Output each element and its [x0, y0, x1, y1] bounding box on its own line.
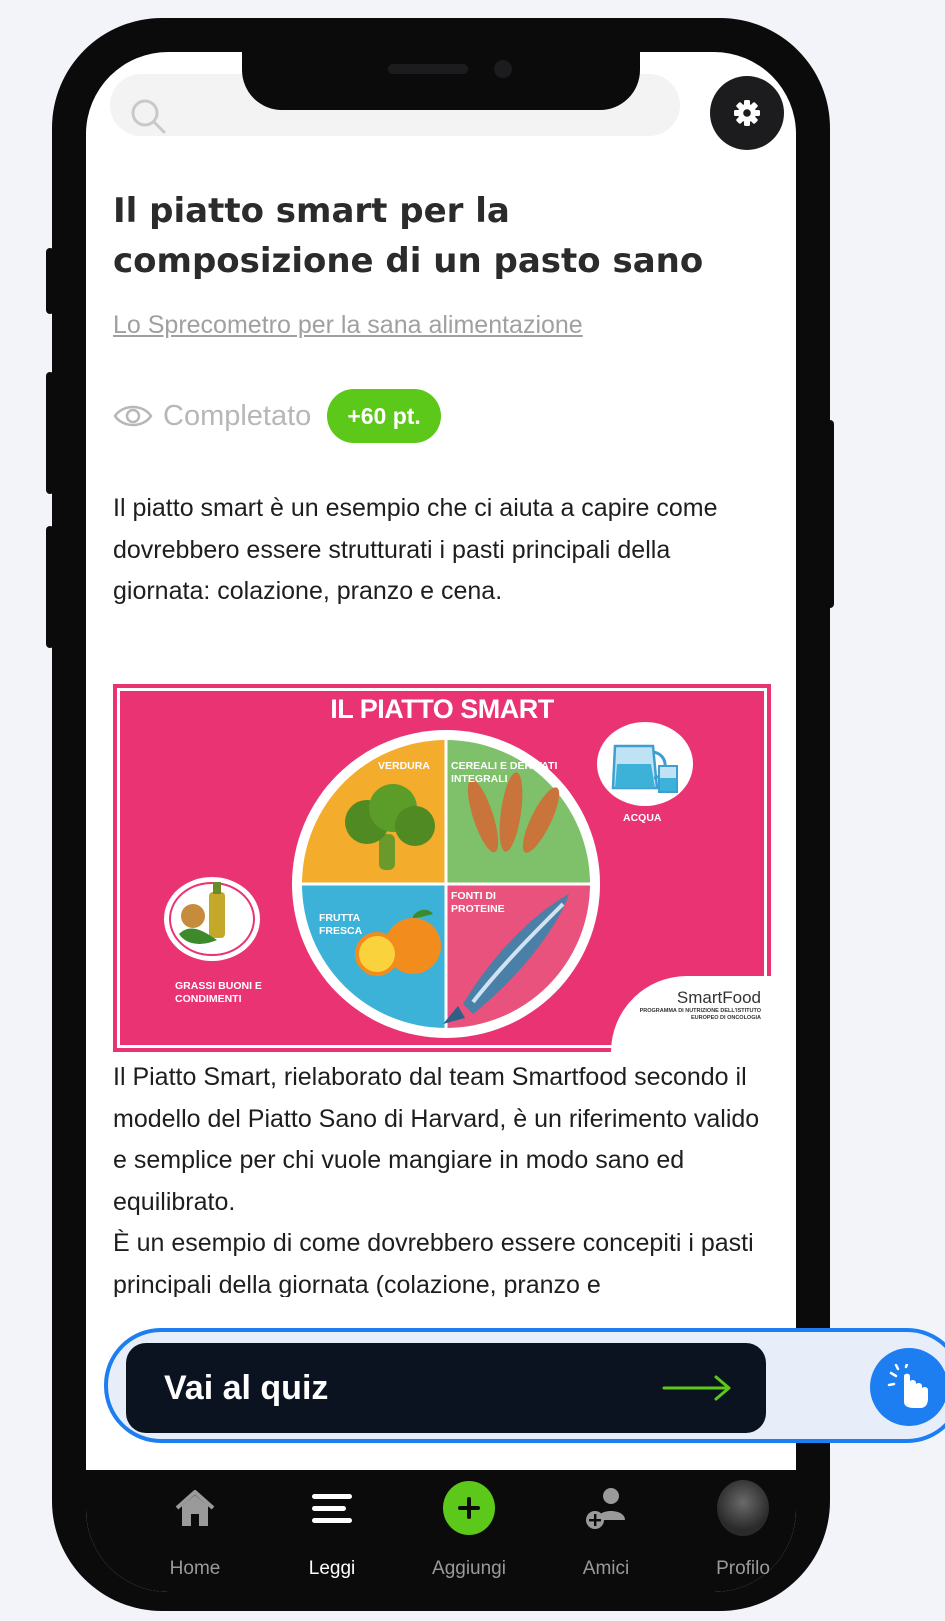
article-body: Il Piatto Smart, rielaborato dal team Sm…: [113, 1063, 760, 1297]
home-icon: [169, 1482, 221, 1534]
status-row: Completato +60 pt.: [113, 388, 441, 444]
smart-plate-infographic: IL PIATTO SMART VERDURA CEREALI E DERIVA…: [113, 684, 771, 1052]
infographic-title: IL PIATTO SMART: [330, 694, 554, 724]
settings-button[interactable]: [710, 76, 784, 150]
article-intro: Il piatto smart è un esempio che ci aiut…: [113, 494, 718, 605]
search-icon[interactable]: [126, 94, 172, 140]
label-acqua: ACQUA: [623, 812, 662, 824]
arrow-right-icon: [662, 1375, 731, 1401]
smartfood-logo: SmartFood PROGRAMMA DI NUTRIZIONE DELL'I…: [611, 976, 771, 1052]
add-friend-icon: [580, 1482, 632, 1534]
power-button: [826, 420, 834, 608]
article-source-link[interactable]: Lo Sprecometro per la sana alimentazione: [113, 311, 583, 340]
label-cereali: CEREALI E DERIVATI INTEGRALI: [451, 760, 558, 785]
brand-name: SmartFood: [676, 988, 761, 1007]
quiz-button[interactable]: Vai al quiz: [126, 1343, 766, 1433]
status-label: Completato: [163, 399, 312, 432]
plus-icon: [443, 1481, 495, 1535]
volume-up-button: [46, 372, 54, 494]
speaker: [388, 64, 468, 74]
label-verdura: VERDURA: [378, 760, 430, 772]
notch: [242, 52, 640, 110]
nav-home-label: Home: [169, 1558, 221, 1579]
article-title: Il piatto smart per la composizione di u…: [113, 191, 704, 281]
avatar: [717, 1480, 769, 1536]
label-frutta: FRUTTA FRESCA: [319, 912, 363, 937]
nav-profilo-label: Profilo: [716, 1558, 770, 1579]
nav-leggi-label: Leggi: [308, 1558, 356, 1579]
gear-icon: [734, 100, 760, 126]
menu-icon: [306, 1482, 358, 1534]
front-camera: [494, 60, 512, 78]
brand-tagline: PROGRAMMA DI NUTRIZIONE DELL'ISTITUTO EU…: [639, 1008, 761, 1021]
volume-down-button: [46, 526, 54, 648]
nav-aggiungi-label: Aggiungi: [432, 1558, 506, 1579]
eye-icon: [113, 405, 153, 427]
quiz-label: Vai al quiz: [164, 1368, 329, 1407]
tap-hand-icon: [870, 1348, 945, 1426]
label-proteine: FONTI DI PROTEINE: [451, 890, 505, 915]
bottom-nav: Home Leggi Aggiungi Amici Profilo: [86, 1470, 796, 1592]
label-grassi: GRASSI BUONI E CONDIMENTI: [175, 980, 262, 1005]
mute-switch: [46, 248, 54, 314]
points-badge: +60 pt.: [327, 389, 441, 443]
nav-amici-label: Amici: [582, 1558, 630, 1579]
